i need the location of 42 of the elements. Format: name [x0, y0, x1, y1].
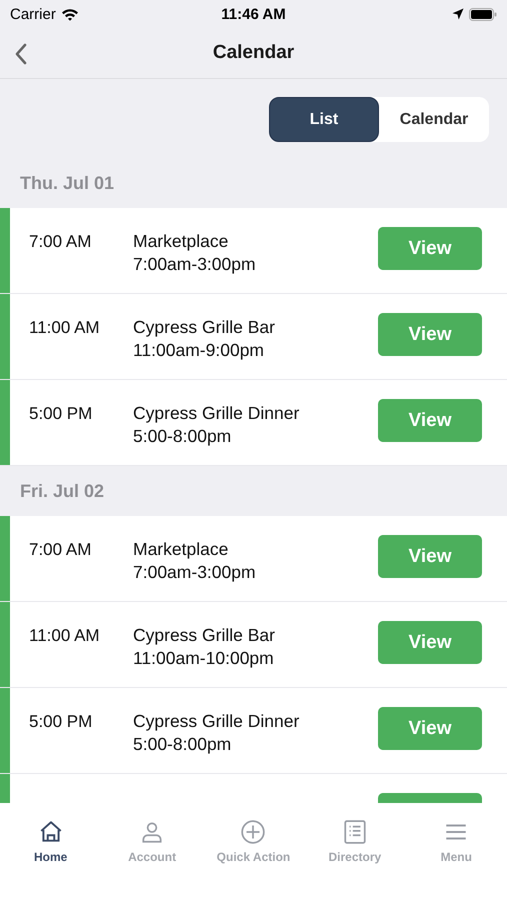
event-time: 5:00 PM [28, 711, 94, 733]
battery-icon [468, 8, 497, 20]
view-button[interactable]: View [378, 399, 482, 442]
status-time: 11:46 AM [221, 6, 286, 22]
event-name: Cypress Grille Dinner [133, 710, 300, 733]
tab-bar-item[interactable]: Account [102, 815, 202, 868]
carrier-label: Carrier [10, 6, 56, 22]
screen-title: Calendar [212, 42, 294, 64]
event-name: Cypress Grille Bar [133, 624, 276, 647]
date-header: Thu. Jul 01 [19, 172, 116, 194]
tab-bar-item[interactable]: Directory [304, 815, 405, 868]
tab-bar-item[interactable]: Quick Action [203, 815, 304, 868]
wifi-icon [60, 8, 79, 20]
view-button[interactable]: View [378, 621, 482, 664]
event-hours: 5:00-8:00pm [133, 733, 232, 756]
event-name: Cypress Grille Dinner [133, 402, 300, 425]
view-button[interactable]: View [378, 535, 482, 578]
view-tab[interactable]: Calendar [379, 97, 489, 142]
event-time: 11:00 AM [28, 625, 101, 647]
event-hours: 11:00am-9:00pm [133, 339, 266, 362]
event-time: 11:00 AM [28, 317, 101, 339]
event-name: Marketplace [133, 538, 230, 561]
event-name: Cypress Grille Bar [133, 316, 276, 339]
event-time: 7:00 AM [28, 539, 92, 561]
plus-circle-icon [240, 819, 266, 845]
event-time: 5:00 PM [28, 403, 94, 425]
event-hours: 5:00-8:00pm [133, 425, 232, 448]
view-button[interactable]: View [378, 707, 482, 750]
view-button[interactable]: View [378, 227, 482, 270]
date-header: Fri. Jul 02 [19, 480, 106, 502]
list-icon [342, 819, 368, 845]
event-time: 7:00 AM [28, 231, 92, 253]
tab-bar-item[interactable]: Menu [406, 815, 506, 868]
location-arrow-icon [452, 8, 464, 20]
event-hours: 7:00am-3:00pm [133, 561, 257, 584]
back-chevron-icon [14, 43, 28, 65]
view-tab[interactable]: List [269, 97, 379, 142]
event-name: Marketplace [133, 230, 230, 253]
event-hours: 7:00am-3:00pm [133, 253, 257, 276]
tab-bar-item[interactable]: Home [0, 815, 101, 868]
view-button[interactable]: View [378, 313, 482, 356]
event-hours: 11:00am-10:00pm [133, 647, 275, 670]
